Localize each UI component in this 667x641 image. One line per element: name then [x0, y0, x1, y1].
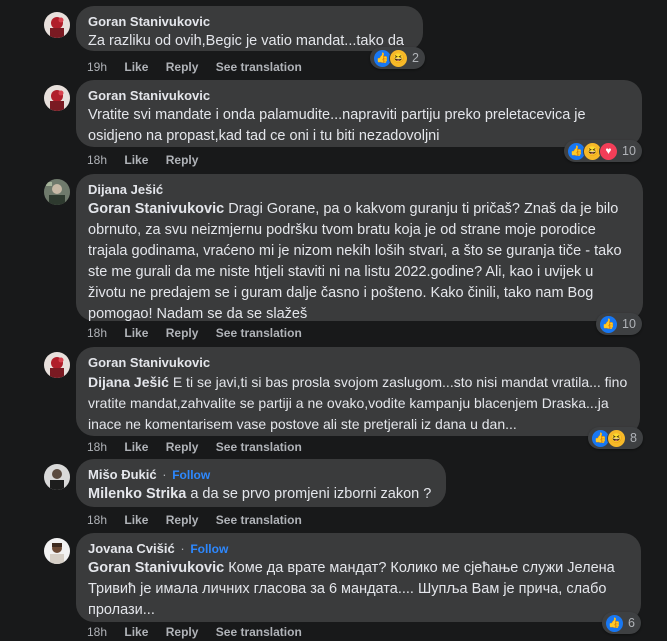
- mention-link[interactable]: Dijana Ješić: [88, 374, 169, 390]
- comment-text: Dijana Ješić E ti se javi,ti si bas pros…: [88, 372, 628, 435]
- reply-link[interactable]: Reply: [166, 153, 199, 167]
- comment-actions: 18h Like Reply See translation: [87, 625, 316, 639]
- follow-button[interactable]: Follow: [172, 468, 210, 482]
- comment-time[interactable]: 18h: [87, 440, 107, 454]
- reaction-summary[interactable]: 👍 😆 8: [588, 427, 643, 449]
- comment-time[interactable]: 19h: [87, 60, 107, 74]
- mention-link[interactable]: Milenko Strika: [88, 486, 186, 502]
- comment-text: Goran Stanivukovic Dragi Gorane, pa o ka…: [88, 199, 631, 325]
- like-link[interactable]: Like: [124, 625, 148, 639]
- comment-author[interactable]: Goran Stanivukovic: [88, 88, 630, 104]
- comment-actions: 19h Like Reply See translation: [87, 60, 316, 74]
- see-translation-link[interactable]: See translation: [216, 513, 302, 527]
- comment-actions: 18h Like Reply See translation: [87, 326, 316, 340]
- comment-bubble: Dijana Ješić Goran Stanivukovic Dragi Go…: [76, 174, 643, 322]
- like-link[interactable]: Like: [124, 153, 148, 167]
- haha-icon: 😆: [389, 48, 408, 68]
- reply-link[interactable]: Reply: [166, 440, 199, 454]
- love-icon: ♥: [599, 141, 618, 161]
- see-translation-link[interactable]: See translation: [216, 326, 302, 340]
- comment-author[interactable]: Jovana Cvišić: [88, 541, 175, 556]
- mention-link[interactable]: Goran Stanivukovic: [88, 201, 224, 217]
- comment-actions: 18h Like Reply: [87, 153, 212, 167]
- comment-author[interactable]: Mišo Đukić: [88, 467, 157, 482]
- like-link[interactable]: Like: [124, 513, 148, 527]
- like-link[interactable]: Like: [124, 60, 148, 74]
- comment-text: Za razliku od ovih,Begic je vatio mandat…: [88, 33, 404, 49]
- reply-link[interactable]: Reply: [166, 625, 199, 639]
- reaction-count: 10: [622, 144, 636, 158]
- see-translation-link[interactable]: See translation: [216, 625, 302, 639]
- reaction-summary[interactable]: 👍 6: [602, 612, 641, 634]
- avatar[interactable]: [44, 12, 70, 38]
- avatar[interactable]: [44, 464, 70, 490]
- reaction-count: 8: [630, 431, 637, 445]
- reaction-count: 6: [628, 616, 635, 630]
- comment-time[interactable]: 18h: [87, 625, 107, 639]
- comment-time[interactable]: 18h: [87, 326, 107, 340]
- comment-text: Milenko Strika a da se prvo promjeni izb…: [88, 484, 434, 505]
- reply-link[interactable]: Reply: [166, 326, 199, 340]
- separator-dot: ·: [180, 541, 185, 556]
- comment-body: a da se prvo promjeni izborni zakon ?: [190, 486, 432, 502]
- follow-button[interactable]: Follow: [190, 542, 228, 556]
- comment-bubble: Mišo Đukić · Follow Milenko Strika a da …: [76, 459, 446, 507]
- comment-body: Dragi Gorane, pa o kakvom guranju ti pri…: [88, 201, 622, 322]
- comment-author-line: Jovana Cvišić · Follow: [88, 541, 629, 557]
- comment-bubble: Goran Stanivukovic Dijana Ješić E ti se …: [76, 347, 640, 436]
- reaction-summary[interactable]: 👍 😆 2: [370, 47, 425, 69]
- like-icon: 👍: [605, 613, 624, 633]
- haha-icon: 😆: [607, 428, 626, 448]
- comment-time[interactable]: 18h: [87, 513, 107, 527]
- reaction-count: 10: [622, 317, 636, 331]
- comment-actions: 18h Like Reply See translation: [87, 440, 316, 454]
- comment-bubble: Goran Stanivukovic Vratite svi mandate i…: [76, 80, 642, 147]
- comment-thread: Goran Stanivukovic Za razliku od ovih,Be…: [0, 0, 667, 641]
- see-translation-link[interactable]: See translation: [216, 60, 302, 74]
- avatar[interactable]: [44, 352, 70, 378]
- see-translation-link[interactable]: See translation: [216, 440, 302, 454]
- like-link[interactable]: Like: [124, 326, 148, 340]
- comment-author-line: Mišo Đukić · Follow: [88, 467, 434, 483]
- comment-bubble: Goran Stanivukovic Za razliku od ovih,Be…: [76, 6, 423, 51]
- reply-link[interactable]: Reply: [166, 513, 199, 527]
- comment-time[interactable]: 18h: [87, 153, 107, 167]
- comment-text: Vratite svi mandate i onda palamudite...…: [88, 107, 586, 144]
- separator-dot: ·: [162, 467, 167, 482]
- comment-author[interactable]: Dijana Ješić: [88, 182, 631, 198]
- avatar[interactable]: [44, 85, 70, 111]
- avatar[interactable]: [44, 179, 70, 205]
- comment-author[interactable]: Goran Stanivukovic: [88, 355, 628, 371]
- comment-bubble: Jovana Cvišić · Follow Goran Stanivukovi…: [76, 533, 641, 622]
- avatar[interactable]: [44, 538, 70, 564]
- comment-author[interactable]: Goran Stanivukovic: [88, 14, 411, 30]
- comment-text: Goran Stanivukovic Коме да врате мандат?…: [88, 558, 629, 621]
- reply-link[interactable]: Reply: [166, 60, 199, 74]
- comment-body: E ti se javi,ti si bas prosla svojom zas…: [88, 374, 628, 432]
- reaction-summary[interactable]: 👍 10: [596, 313, 642, 335]
- mention-link[interactable]: Goran Stanivukovic: [88, 560, 224, 576]
- like-icon: 👍: [599, 314, 618, 334]
- comment-actions: 18h Like Reply See translation: [87, 513, 316, 527]
- reaction-count: 2: [412, 51, 419, 65]
- like-link[interactable]: Like: [124, 440, 148, 454]
- reaction-summary[interactable]: 👍 😆 ♥ 10: [564, 140, 642, 162]
